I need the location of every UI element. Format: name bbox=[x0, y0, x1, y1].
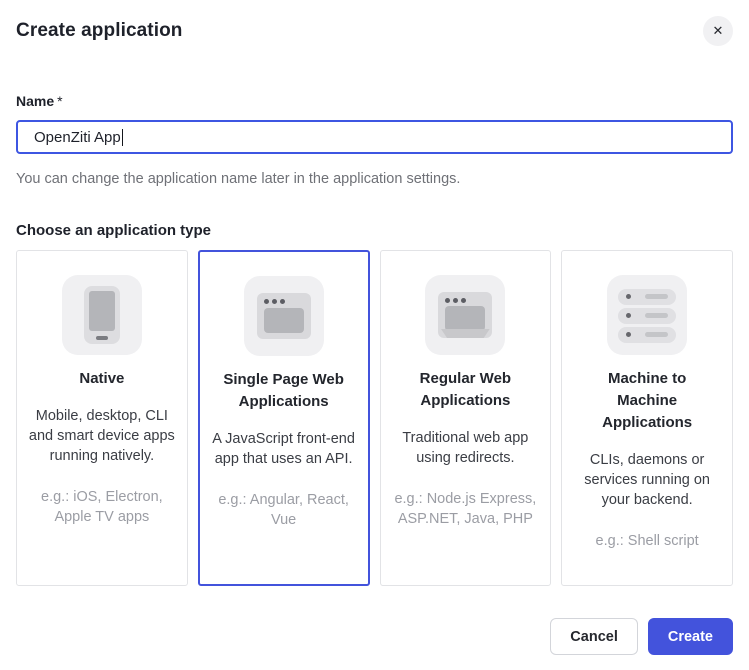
application-type-label: Choose an application type bbox=[16, 222, 733, 239]
window-dots bbox=[264, 299, 285, 304]
server-rack-unit bbox=[618, 327, 676, 343]
icon-tile bbox=[425, 275, 505, 355]
application-type-grid: Native Mobile, desktop, CLI and smart de… bbox=[16, 250, 733, 586]
card-description: Traditional web app using redirects. bbox=[390, 428, 542, 468]
card-description: CLIs, daemons or services running on you… bbox=[571, 450, 723, 510]
required-marker: * bbox=[57, 93, 62, 109]
application-type-card-4[interactable]: Machine to Machine Applications CLIs, da… bbox=[561, 250, 733, 586]
close-icon: ✕ bbox=[713, 23, 724, 39]
create-application-dialog: Create application ✕ Name* OpenZiti App … bbox=[0, 0, 749, 670]
card-example: e.g.: Node.js Express, ASP.NET, Java, PH… bbox=[390, 489, 542, 529]
application-type-card-2[interactable]: Single Page Web Applications A JavaScrip… bbox=[198, 250, 370, 586]
icon-tile bbox=[62, 275, 142, 355]
server-window-icon bbox=[438, 292, 492, 338]
card-title: Single Page Web Applications bbox=[208, 369, 360, 413]
phone-screen bbox=[89, 291, 115, 331]
server-rack-unit bbox=[618, 289, 676, 305]
smartphone-icon bbox=[84, 286, 120, 344]
card-example: e.g.: Shell script bbox=[571, 531, 723, 551]
card-title: Regular Web Applications bbox=[390, 368, 542, 412]
server-base bbox=[438, 329, 492, 338]
card-description: Mobile, desktop, CLI and smart device ap… bbox=[26, 406, 178, 466]
card-description: A JavaScript front-end app that uses an … bbox=[208, 429, 360, 469]
card-title: Machine to Machine Applications bbox=[571, 368, 723, 434]
icon-tile bbox=[244, 276, 324, 356]
name-input-value: OpenZiti App bbox=[34, 129, 121, 146]
create-button[interactable]: Create bbox=[648, 618, 733, 655]
name-helper-text: You can change the application name late… bbox=[16, 169, 733, 189]
window-dots bbox=[445, 298, 466, 303]
window-content bbox=[445, 306, 485, 331]
name-field-label: Name* bbox=[16, 93, 733, 109]
dialog-header: Create application ✕ bbox=[16, 0, 733, 46]
name-label-text: Name bbox=[16, 93, 54, 109]
card-example: e.g.: iOS, Electron, Apple TV apps bbox=[26, 487, 178, 527]
browser-window-icon bbox=[257, 293, 311, 339]
cancel-button[interactable]: Cancel bbox=[550, 618, 638, 655]
phone-home-button bbox=[96, 336, 108, 340]
close-button[interactable]: ✕ bbox=[703, 16, 733, 46]
server-rack-unit bbox=[618, 308, 676, 324]
server-stack-icon bbox=[607, 275, 687, 355]
dialog-footer: Cancel Create bbox=[550, 618, 733, 655]
window-content bbox=[264, 308, 304, 333]
dialog-title: Create application bbox=[16, 17, 183, 45]
card-title: Native bbox=[26, 368, 178, 390]
application-type-card-3[interactable]: Regular Web Applications Traditional web… bbox=[380, 250, 552, 586]
card-example: e.g.: Angular, React, Vue bbox=[208, 490, 360, 530]
icon-tile bbox=[607, 275, 687, 355]
application-type-card-1[interactable]: Native Mobile, desktop, CLI and smart de… bbox=[16, 250, 188, 586]
application-name-input[interactable]: OpenZiti App bbox=[16, 120, 733, 154]
text-cursor bbox=[122, 129, 123, 146]
